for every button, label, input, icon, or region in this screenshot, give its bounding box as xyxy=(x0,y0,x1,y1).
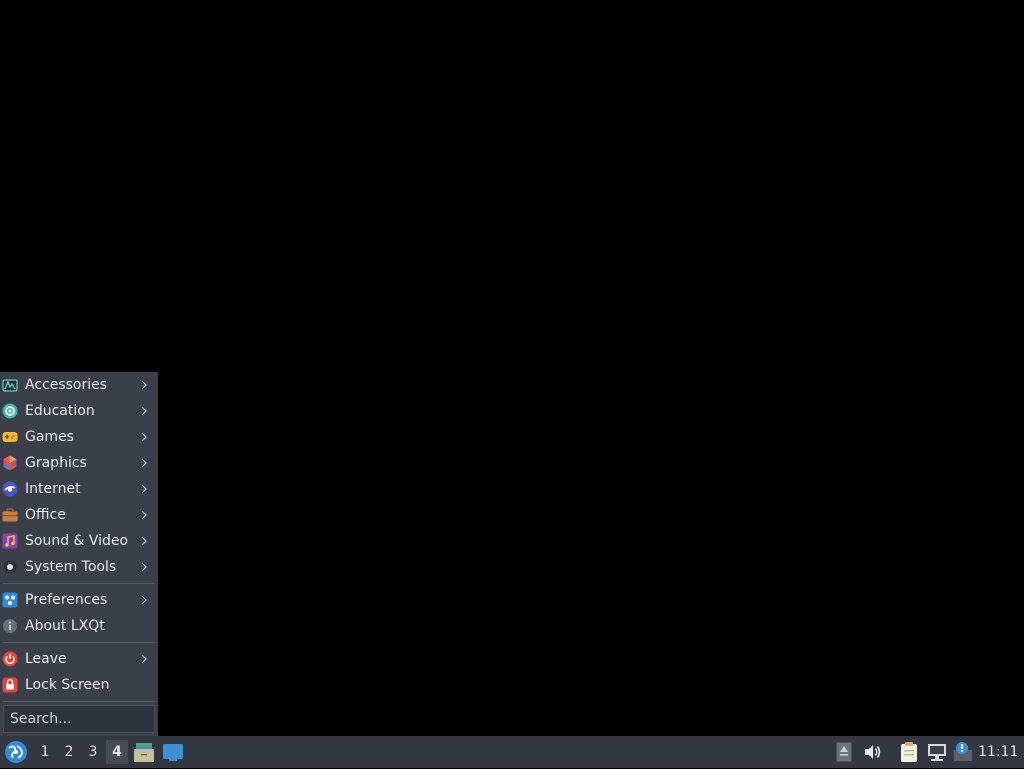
main-menu-button[interactable] xyxy=(2,739,30,765)
workspace-button-4[interactable]: 4 xyxy=(106,740,128,764)
menu-separator xyxy=(3,701,155,702)
menu-item-label: Lock Screen xyxy=(25,677,110,693)
menu-item-label: Sound & Video xyxy=(25,533,129,549)
lock-icon xyxy=(2,677,18,693)
update-notifier-icon xyxy=(954,742,972,761)
file-manager-icon xyxy=(134,743,154,762)
graphics-icon xyxy=(3,455,17,471)
menu-separator xyxy=(3,583,155,584)
menu-item-system-tools[interactable]: System Tools xyxy=(0,554,156,580)
tray-volume[interactable] xyxy=(862,742,882,762)
menu-item-sound-video[interactable]: Sound & Video xyxy=(0,528,156,554)
menu-item-label: Games xyxy=(25,429,74,445)
menu-item-games[interactable]: Games xyxy=(0,424,156,450)
menu-item-lock-screen[interactable]: Lock Screen xyxy=(0,672,156,698)
menu-item-accessories[interactable]: Accessories xyxy=(0,372,156,398)
menu-item-label: System Tools xyxy=(25,559,117,575)
menu-item-leave[interactable]: Leave xyxy=(0,646,156,672)
office-icon xyxy=(2,508,18,522)
search-input[interactable] xyxy=(4,706,154,732)
preferences-icon xyxy=(2,592,18,608)
chevron-right-icon xyxy=(141,562,147,572)
menu-item-label: Graphics xyxy=(25,455,87,471)
power-icon xyxy=(2,651,18,667)
menu-item-education[interactable]: Education xyxy=(0,398,156,424)
search-field-container xyxy=(3,705,155,733)
chevron-right-icon xyxy=(141,380,147,390)
chevron-right-icon xyxy=(141,536,147,546)
menu-item-about-lxqt[interactable]: About LXQt xyxy=(0,613,156,639)
chevron-right-icon xyxy=(141,432,147,442)
info-icon xyxy=(3,619,17,633)
clock[interactable]: 11:11 xyxy=(978,736,1024,768)
menu-item-office[interactable]: Office xyxy=(0,502,156,528)
games-icon xyxy=(2,432,18,442)
accessories-icon xyxy=(2,379,18,392)
internet-icon xyxy=(2,481,18,497)
menu-item-label: Preferences xyxy=(25,592,108,608)
taskbar: 1 2 3 4 11:11 xyxy=(0,736,1024,768)
system-tools-icon xyxy=(3,560,17,574)
application-menu: Accessories Education Games Graphics Int… xyxy=(0,372,158,736)
menu-item-label: Internet xyxy=(25,481,81,497)
quicklaunch-show-desktop[interactable] xyxy=(162,741,184,763)
clipboard-icon xyxy=(901,742,917,762)
workspace-button-1[interactable]: 1 xyxy=(34,740,56,764)
workspace-button-2[interactable]: 2 xyxy=(58,740,80,764)
chevron-right-icon xyxy=(141,595,147,605)
chevron-right-icon xyxy=(141,406,147,416)
menu-item-label: Leave xyxy=(25,651,67,667)
chevron-right-icon xyxy=(141,510,147,520)
menu-separator xyxy=(3,642,155,643)
tray-network[interactable] xyxy=(926,742,948,762)
tray-update-notifier[interactable] xyxy=(953,741,973,763)
chevron-right-icon xyxy=(141,484,147,494)
menu-item-label: Accessories xyxy=(25,377,108,393)
lxqt-logo-icon xyxy=(5,741,27,763)
sound-video-icon xyxy=(2,533,18,549)
chevron-right-icon xyxy=(141,458,147,468)
tray-eject[interactable] xyxy=(836,742,852,762)
chevron-right-icon xyxy=(141,654,147,664)
menu-item-label: Education xyxy=(25,403,95,419)
menu-item-label: Office xyxy=(25,507,66,523)
show-desktop-icon xyxy=(163,744,183,761)
quicklaunch-file-manager[interactable] xyxy=(133,741,155,763)
education-icon xyxy=(2,403,18,419)
menu-item-label: About LXQt xyxy=(25,618,105,634)
tray-clipboard[interactable] xyxy=(899,741,919,763)
network-icon xyxy=(928,744,946,761)
menu-item-graphics[interactable]: Graphics xyxy=(0,450,156,476)
menu-item-preferences[interactable]: Preferences xyxy=(0,587,156,613)
eject-icon xyxy=(836,742,852,762)
menu-item-internet[interactable]: Internet xyxy=(0,476,156,502)
volume-icon xyxy=(865,745,881,759)
workspace-button-3[interactable]: 3 xyxy=(82,740,104,764)
